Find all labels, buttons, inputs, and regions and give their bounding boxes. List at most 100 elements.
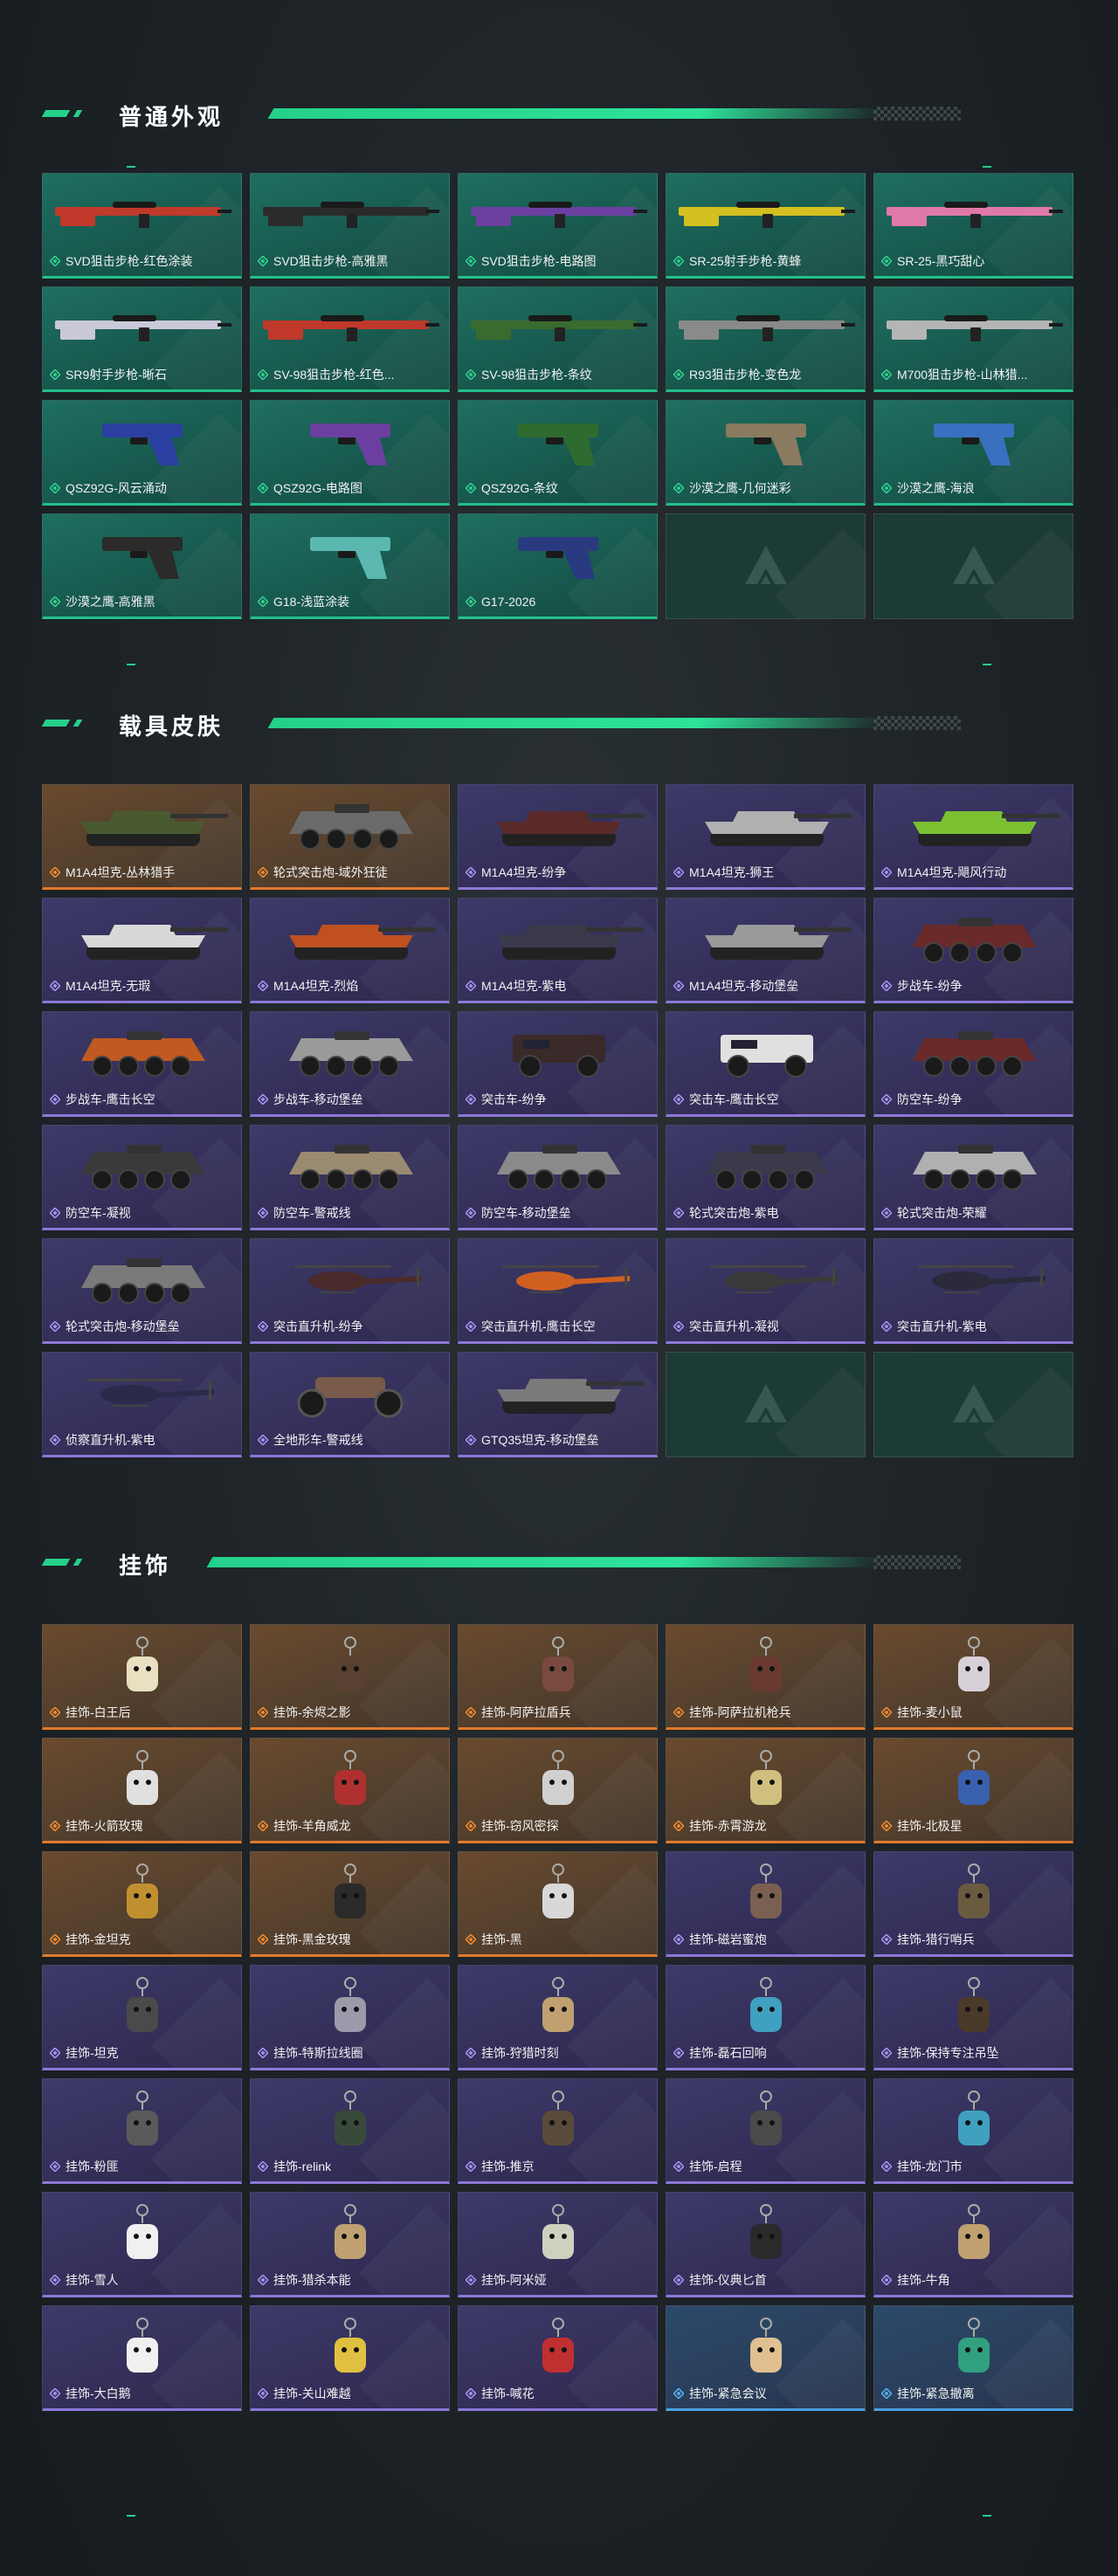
- rarity-diamond-icon: [466, 867, 476, 878]
- apc-icon: [81, 1145, 205, 1190]
- charm-icon: [542, 2318, 574, 2373]
- item-card[interactable]: M1A4坦克-纷争: [458, 784, 658, 890]
- item-card[interactable]: M1A4坦克-狮王: [666, 784, 866, 890]
- item-card[interactable]: 突击直升机-紫电: [873, 1238, 1073, 1344]
- item-card[interactable]: R93狙击步枪-变色龙: [666, 286, 866, 392]
- item-card[interactable]: M1A4坦克-飓风行动: [873, 784, 1073, 890]
- item-card[interactable]: 步战车-鹰击长空: [42, 1011, 242, 1117]
- item-card[interactable]: M1A4坦克-紫电: [458, 898, 658, 1003]
- item-card[interactable]: 挂饰-粉匪: [42, 2078, 242, 2184]
- item-card[interactable]: SVD狙击步枪-红色涂装: [42, 173, 242, 279]
- item-name-row: 挂饰-大白鹅: [50, 2386, 236, 2401]
- item-card[interactable]: 挂饰-龙门市: [873, 2078, 1073, 2184]
- item-card[interactable]: 挂饰-狩猎时刻: [458, 1965, 658, 2070]
- item-card[interactable]: 挂饰-阿萨拉机枪兵: [666, 1624, 866, 1730]
- item-card[interactable]: M1A4坦克-移动堡垒: [666, 898, 866, 1003]
- item-card[interactable]: QSZ92G-电路图: [250, 400, 450, 506]
- rarity-diamond-icon: [50, 1934, 60, 1945]
- item-card[interactable]: 突击直升机-鹰击长空: [458, 1238, 658, 1344]
- item-card[interactable]: GTQ35坦克-移动堡垒: [458, 1352, 658, 1457]
- item-card[interactable]: 挂饰-磁岩蜜炮: [666, 1851, 866, 1957]
- item-card[interactable]: 沙漠之鹰-高雅黑: [42, 513, 242, 619]
- item-card[interactable]: 防空车-纷争: [873, 1011, 1073, 1117]
- item-card[interactable]: 挂饰-北极星: [873, 1738, 1073, 1843]
- item-card[interactable]: 挂饰-窃风密探: [458, 1738, 658, 1843]
- item-card[interactable]: 挂饰-仪典匕首: [666, 2192, 866, 2297]
- item-card[interactable]: 挂饰-紧急撤离: [873, 2305, 1073, 2411]
- item-card[interactable]: 挂饰-大白鹅: [42, 2305, 242, 2411]
- corner-tick: [127, 166, 135, 168]
- item-card[interactable]: 挂饰-磊石回响: [666, 1965, 866, 2070]
- item-name: 挂饰-窃风密探: [481, 1819, 559, 1833]
- item-card[interactable]: 挂饰-雪人: [42, 2192, 242, 2297]
- item-name-row: 挂饰-relink: [258, 2159, 444, 2174]
- item-card[interactable]: 步战车-移动堡垒: [250, 1011, 450, 1117]
- item-card[interactable]: 挂饰-余烬之影: [250, 1624, 450, 1730]
- item-card[interactable]: 挂饰-relink: [250, 2078, 450, 2184]
- item-card[interactable]: 挂饰-保持专注吊坠: [873, 1965, 1073, 2070]
- rarity-diamond-icon: [673, 369, 684, 380]
- item-card[interactable]: 挂饰-特斯拉线圈: [250, 1965, 450, 2070]
- item-card[interactable]: SVD狙击步枪-高雅黑: [250, 173, 450, 279]
- item-card[interactable]: SR-25射手步枪-黄蜂: [666, 173, 866, 279]
- item-card[interactable]: 挂饰-黑金玫瑰: [250, 1851, 450, 1957]
- item-card[interactable]: 挂饰-麦小鼠: [873, 1624, 1073, 1730]
- item-card[interactable]: 轮式突击炮-域外狂徒: [250, 784, 450, 890]
- item-card[interactable]: 挂饰-推京: [458, 2078, 658, 2184]
- pistol-icon: [518, 424, 598, 465]
- item-card[interactable]: 挂饰-喊花: [458, 2305, 658, 2411]
- item-card[interactable]: 轮式突击炮-移动堡垒: [42, 1238, 242, 1344]
- item-name-row: 轮式突击炮-域外狂徒: [258, 864, 444, 880]
- item-card[interactable]: SV-98狙击步枪-条纹: [458, 286, 658, 392]
- item-card[interactable]: 突击车-纷争: [458, 1011, 658, 1117]
- item-card[interactable]: SV-98狙击步枪-红色...: [250, 286, 450, 392]
- item-card[interactable]: 突击直升机-凝视: [666, 1238, 866, 1344]
- item-card[interactable]: 挂饰-牛角: [873, 2192, 1073, 2297]
- item-card[interactable]: 挂饰-猎行哨兵: [873, 1851, 1073, 1957]
- item-card[interactable]: 挂饰-白王后: [42, 1624, 242, 1730]
- item-card[interactable]: 防空车-警戒线: [250, 1125, 450, 1230]
- item-card[interactable]: SR9射手步枪-晰石: [42, 286, 242, 392]
- item-card[interactable]: SVD狙击步枪-电路图: [458, 173, 658, 279]
- item-card[interactable]: 挂饰-黑: [458, 1851, 658, 1957]
- rarity-diamond-icon: [50, 256, 60, 266]
- item-card[interactable]: 步战车-纷争: [873, 898, 1073, 1003]
- item-card[interactable]: 防空车-凝视: [42, 1125, 242, 1230]
- item-card[interactable]: 挂饰-坦克: [42, 1965, 242, 2070]
- item-card[interactable]: 沙漠之鹰-几何迷彩: [666, 400, 866, 506]
- item-card[interactable]: G18-浅蓝涂装: [250, 513, 450, 619]
- rarity-diamond-icon: [673, 256, 684, 266]
- item-card[interactable]: M1A4坦克-烈焰: [250, 898, 450, 1003]
- item-card[interactable]: 轮式突击炮-荣耀: [873, 1125, 1073, 1230]
- item-card[interactable]: 轮式突击炮-紫电: [666, 1125, 866, 1230]
- item-card[interactable]: G17-2026: [458, 513, 658, 619]
- item-card[interactable]: M700狙击步枪-山林猎...: [873, 286, 1073, 392]
- item-name-row: 挂饰-牛角: [881, 2272, 1067, 2288]
- item-name-row: 挂饰-粉匪: [50, 2159, 236, 2174]
- item-card[interactable]: QSZ92G-条纹: [458, 400, 658, 506]
- item-card[interactable]: QSZ92G-风云涌动: [42, 400, 242, 506]
- item-name-row: 挂饰-猎行哨兵: [881, 1932, 1067, 1947]
- item-card[interactable]: 全地形车-警戒线: [250, 1352, 450, 1457]
- item-card[interactable]: 挂饰-启程: [666, 2078, 866, 2184]
- item-card[interactable]: 挂饰-猎杀本能: [250, 2192, 450, 2297]
- item-card[interactable]: 突击直升机-纷争: [250, 1238, 450, 1344]
- item-card[interactable]: 挂饰-火箭玫瑰: [42, 1738, 242, 1843]
- item-card[interactable]: 突击车-鹰击长空: [666, 1011, 866, 1117]
- item-card[interactable]: 挂饰-金坦克: [42, 1851, 242, 1957]
- item-card[interactable]: M1A4坦克-无瑕: [42, 898, 242, 1003]
- item-card[interactable]: 防空车-移动堡垒: [458, 1125, 658, 1230]
- item-name-row: QSZ92G-电路图: [258, 480, 444, 496]
- item-name: 挂饰-龙门市: [897, 2159, 963, 2173]
- item-card[interactable]: M1A4坦克-丛林猎手: [42, 784, 242, 890]
- item-card[interactable]: 挂饰-阿米娅: [458, 2192, 658, 2297]
- item-card[interactable]: 挂饰-阿萨拉盾兵: [458, 1624, 658, 1730]
- item-card[interactable]: SR-25-黑巧甜心: [873, 173, 1073, 279]
- item-card[interactable]: 挂饰-关山难越: [250, 2305, 450, 2411]
- item-card[interactable]: 侦察直升机-紫电: [42, 1352, 242, 1457]
- item-card[interactable]: 挂饰-赤霄游龙: [666, 1738, 866, 1843]
- item-card[interactable]: 沙漠之鹰-海浪: [873, 400, 1073, 506]
- rarity-diamond-icon: [258, 256, 268, 266]
- item-card[interactable]: 挂饰-羊角威龙: [250, 1738, 450, 1843]
- item-card[interactable]: 挂饰-紧急会议: [666, 2305, 866, 2411]
